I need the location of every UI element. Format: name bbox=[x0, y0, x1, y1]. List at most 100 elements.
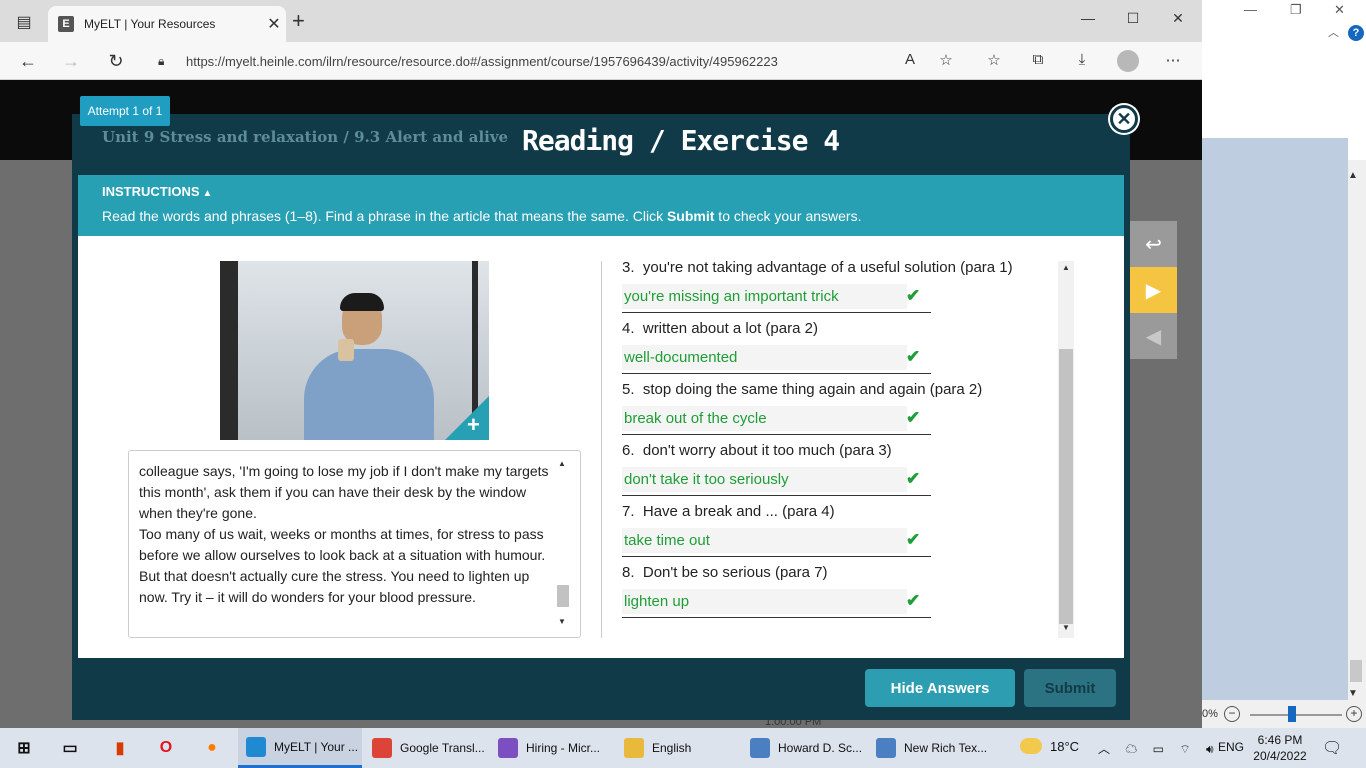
checkmark-icon: ✔ bbox=[906, 408, 921, 427]
instructions-toggle[interactable]: INSTRUCTIONS ▲ bbox=[102, 184, 212, 199]
scroll-down-icon[interactable]: ▼ bbox=[1058, 623, 1074, 632]
instructions-text: Read the words and phrases (1–8). Find a… bbox=[102, 208, 861, 224]
notifications-icon[interactable]: 🗨︎ bbox=[1322, 738, 1342, 758]
visual-studio-icon bbox=[498, 738, 518, 758]
new-tab-icon[interactable]: + bbox=[292, 10, 305, 32]
favorites-icon[interactable]: ☆ bbox=[983, 51, 1005, 71]
question-text: you're not taking advantage of a useful … bbox=[642, 259, 1013, 276]
clock[interactable]: 6:46 PM 20/4/2022 bbox=[1252, 732, 1308, 764]
instructions-label: INSTRUCTIONS bbox=[102, 184, 200, 199]
document-icon bbox=[876, 738, 896, 758]
question-number: 7. bbox=[622, 503, 635, 520]
language-indicator[interactable]: ENG bbox=[1218, 740, 1244, 754]
answer-field[interactable]: well-documented ✔ bbox=[622, 345, 931, 374]
previous-button[interactable]: ◀ bbox=[1130, 313, 1177, 359]
profile-avatar[interactable] bbox=[1117, 50, 1139, 72]
zoom-out-icon[interactable]: − bbox=[1224, 706, 1240, 722]
close-modal-icon[interactable]: ✕ bbox=[1110, 105, 1138, 133]
scroll-up-icon[interactable]: ▲ bbox=[555, 459, 569, 468]
taskbar-app[interactable]: MyELT | Your ... bbox=[238, 728, 362, 768]
zoom-slider-thumb[interactable] bbox=[1288, 706, 1296, 722]
question-item: 5. stop doing the same thing again and a… bbox=[622, 378, 1042, 439]
answer-field[interactable]: you're missing an important trick ✔ bbox=[622, 284, 931, 313]
refresh-icon[interactable]: ↻ bbox=[103, 49, 129, 73]
weather-widget[interactable]: 18°C bbox=[1020, 738, 1079, 754]
zoom-percent: 0% bbox=[1202, 708, 1218, 720]
instructions-text-part: to check your answers. bbox=[714, 208, 862, 224]
taskbar-app[interactable]: Hiring - Micr... bbox=[490, 728, 614, 768]
taskbar-app[interactable]: Google Transl... bbox=[364, 728, 488, 768]
checkmark-icon: ✔ bbox=[906, 530, 921, 549]
question-number: 8. bbox=[622, 564, 635, 581]
question-list: 3. you're not taking advantage of a usef… bbox=[622, 256, 1042, 622]
minimize-icon[interactable]: — bbox=[1066, 10, 1110, 26]
document-scrollbar[interactable] bbox=[1348, 160, 1366, 700]
collections-icon[interactable]: ⧉ bbox=[1027, 51, 1049, 71]
scroll-down-icon[interactable]: ▼ bbox=[555, 617, 569, 626]
question-text: written about a lot (para 2) bbox=[642, 320, 818, 337]
taskbar-app[interactable]: New Rich Tex... bbox=[868, 728, 992, 768]
taskbar: ⊞ ▭ ▮ O ● MyELT | Your ... Google Transl.… bbox=[0, 728, 1366, 768]
minimize-icon[interactable]: — bbox=[1244, 2, 1257, 17]
next-button[interactable]: ▶ bbox=[1130, 267, 1177, 313]
firefox-icon[interactable]: ● bbox=[200, 736, 224, 760]
clock-date: 20/4/2022 bbox=[1253, 749, 1307, 763]
myelt-favicon-icon: E bbox=[58, 16, 74, 32]
downloads-icon[interactable]: ⤓ bbox=[1071, 51, 1093, 71]
office-icon[interactable]: ▮ bbox=[108, 736, 132, 760]
close-window-icon[interactable]: ✕ bbox=[1156, 10, 1200, 27]
taskbar-app[interactable]: English bbox=[616, 728, 740, 768]
taskbar-app[interactable]: Howard D. Sc... bbox=[742, 728, 866, 768]
question-text: don't worry about it too much (para 3) bbox=[642, 442, 892, 459]
tab-actions-icon[interactable]: ▤ bbox=[10, 8, 38, 36]
checkmark-icon: ✔ bbox=[906, 286, 921, 305]
system-tray-icons[interactable]: ︿ ☁ ▭ ⌔ 🔊︎ bbox=[1098, 740, 1220, 757]
document-scroll-thumb[interactable] bbox=[1350, 660, 1362, 682]
scroll-down-icon[interactable]: ▼ bbox=[1348, 688, 1358, 699]
article-scroll-thumb[interactable] bbox=[557, 585, 569, 607]
questions-scroll-thumb[interactable] bbox=[1059, 349, 1073, 624]
taskbar-app-label: Google Transl... bbox=[400, 741, 485, 755]
taskbar-app-label: English bbox=[652, 741, 692, 755]
answer-text: take time out bbox=[624, 532, 710, 549]
zoom-in-icon[interactable]: + bbox=[1346, 706, 1362, 722]
maximize-icon[interactable]: ☐ bbox=[1111, 10, 1155, 27]
more-menu-icon[interactable]: ⋯ bbox=[1162, 51, 1184, 71]
tab-myelt[interactable]: E MyELT | Your Resources ✕ bbox=[48, 6, 286, 42]
scroll-up-icon[interactable]: ▲ bbox=[1348, 170, 1358, 181]
article-scrollbar[interactable]: ▲ ▼ bbox=[555, 459, 569, 629]
taskbar-app-label: New Rich Tex... bbox=[904, 741, 988, 755]
answer-field[interactable]: take time out ✔ bbox=[622, 528, 931, 557]
scroll-up-icon[interactable]: ▲ bbox=[1058, 263, 1074, 272]
read-aloud-icon[interactable]: A bbox=[899, 51, 921, 71]
checkmark-icon: ✔ bbox=[906, 347, 921, 366]
undo-button[interactable]: ↩ bbox=[1130, 221, 1177, 267]
tab-close-icon[interactable]: ✕ bbox=[262, 14, 286, 34]
forward-icon[interactable]: → bbox=[58, 49, 84, 73]
article-text-box[interactable]: colleague says, 'I'm going to lose my jo… bbox=[128, 450, 581, 638]
back-icon[interactable]: ← bbox=[15, 49, 41, 73]
tab-title: MyELT | Your Resources bbox=[84, 17, 216, 31]
enlarge-photo-button[interactable]: + bbox=[445, 396, 489, 440]
play-next-icon: ▶ bbox=[1145, 279, 1162, 302]
taskbar-app-label: Howard D. Sc... bbox=[778, 741, 863, 755]
windows-start-icon[interactable]: ⊞ bbox=[12, 736, 36, 760]
article-text: colleague says, 'I'm going to lose my jo… bbox=[139, 461, 551, 608]
answer-field[interactable]: lighten up ✔ bbox=[622, 589, 931, 618]
opera-icon[interactable]: O bbox=[154, 736, 178, 760]
questions-scrollbar[interactable]: ▲ ▼ bbox=[1058, 261, 1074, 638]
help-icon[interactable]: ? bbox=[1348, 25, 1364, 41]
add-favorite-icon[interactable]: ☆ bbox=[935, 51, 957, 71]
chevron-up-icon[interactable]: ︿ bbox=[1328, 24, 1339, 40]
hide-answers-button[interactable]: Hide Answers bbox=[865, 669, 1015, 707]
tab-bar: ▤ E MyELT | Your Resources ✕ + — ☐ ✕ bbox=[0, 0, 1202, 42]
url-field[interactable]: 🔒︎ https://myelt.heinle.com/ilrn/resourc… bbox=[146, 47, 966, 75]
submit-button[interactable]: Submit bbox=[1024, 669, 1116, 707]
answer-field[interactable]: break out of the cycle ✔ bbox=[622, 406, 931, 435]
zoom-slider[interactable] bbox=[1250, 714, 1342, 716]
restore-icon[interactable]: ❐ bbox=[1290, 2, 1302, 18]
task-view-icon[interactable]: ▭ bbox=[58, 736, 82, 760]
question-prompt: 3. you're not taking advantage of a usef… bbox=[622, 259, 1013, 276]
close-window-icon[interactable]: ✕ bbox=[1334, 2, 1345, 18]
answer-field[interactable]: don't take it too seriously ✔ bbox=[622, 467, 931, 496]
